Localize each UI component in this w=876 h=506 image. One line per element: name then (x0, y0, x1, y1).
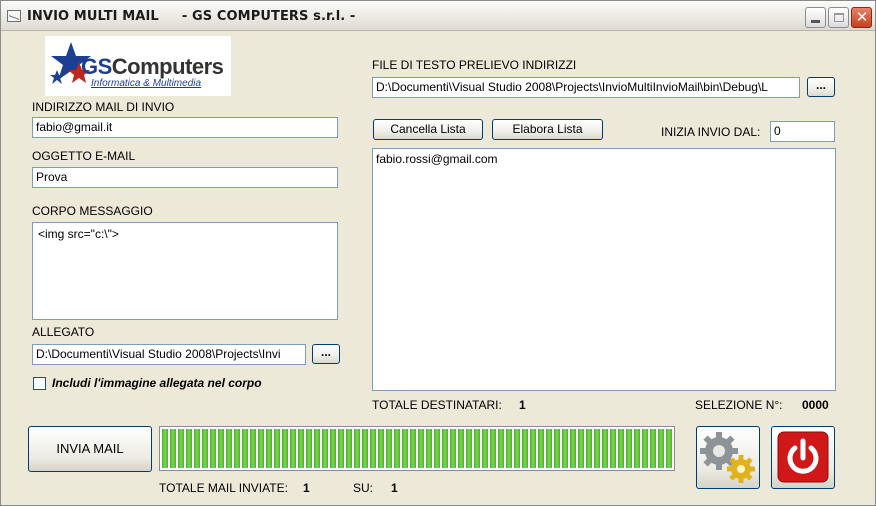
title-bar: INVIO MULTI MAIL - GS COMPUTERS s.r.l. -… (1, 1, 875, 31)
total-recipients-label: TOTALE DESTINATARI: (372, 398, 502, 412)
exit-button[interactable] (771, 426, 835, 489)
list-item[interactable]: fabio.rossi@gmail.com (376, 152, 832, 166)
attachment-path-field[interactable]: D:\Documenti\Visual Studio 2008\Projects… (32, 344, 306, 365)
message-body-textarea[interactable]: <img src="c:\"> (32, 222, 338, 320)
include-image-label: Includi l'immagine allegata nel corpo (52, 376, 262, 390)
start-from-label: INIZIA INVIO DAL: (661, 125, 761, 139)
body-label: CORPO MESSAGGIO (32, 204, 153, 218)
subject-label: OGGETTO E-MAIL (32, 149, 136, 163)
clear-list-button[interactable]: Cancella Lista (373, 119, 483, 140)
main-window: INVIO MULTI MAIL - GS COMPUTERS s.r.l. -… (0, 0, 876, 506)
selection-value: 0000 (802, 398, 829, 412)
gears-icon (700, 432, 755, 483)
minimize-button[interactable] (805, 7, 826, 28)
sent-of-value: 1 (391, 481, 398, 495)
address-file-path-field[interactable]: D:\Documenti\Visual Studio 2008\Projects… (372, 77, 800, 98)
address-file-label: FILE DI TESTO PRELIEVO INDIRIZZI (372, 58, 577, 72)
attachment-label: ALLEGATO (32, 325, 95, 339)
selection-label: SELEZIONE N°: (695, 398, 783, 412)
maximize-button[interactable] (828, 7, 849, 28)
recipients-list[interactable]: fabio.rossi@gmail.com (372, 148, 836, 391)
sender-email-field[interactable]: fabio@gmail.it (32, 117, 338, 138)
address-file-browse-button[interactable]: ... (807, 77, 835, 97)
logo-tagline: Informatica & Multimedia (91, 78, 202, 89)
power-icon (777, 431, 829, 483)
logo-brand: GSComputers (81, 54, 224, 79)
start-from-field[interactable]: 0 (770, 121, 835, 142)
window-title: INVIO MULTI MAIL - GS COMPUTERS s.r.l. - (27, 9, 356, 24)
sent-of-label: SU: (353, 481, 374, 495)
attachment-browse-button[interactable]: ... (312, 344, 340, 364)
close-button[interactable]: ✕ (851, 7, 872, 28)
total-recipients-value: 1 (519, 398, 526, 412)
process-list-button[interactable]: Elabora Lista (492, 119, 603, 140)
sent-total-label: TOTALE MAIL INVIATE: (159, 481, 288, 495)
close-icon: ✕ (855, 8, 869, 26)
mail-app-icon (7, 10, 21, 22)
send-mail-button[interactable]: INVIA MAIL (28, 426, 152, 472)
sender-label: INDIRIZZO MAIL DI INVIO (32, 100, 175, 114)
maximize-icon (834, 13, 844, 22)
gs-computers-logo: GSComputers Informatica & Multimedia (45, 36, 231, 96)
sent-total-value: 1 (303, 481, 310, 495)
minimize-icon (811, 20, 820, 23)
send-progress-bar (159, 426, 675, 471)
include-image-checkbox[interactable] (33, 377, 46, 390)
subject-field[interactable]: Prova (32, 167, 338, 188)
progress-fill (162, 429, 672, 468)
settings-button[interactable] (696, 426, 760, 489)
